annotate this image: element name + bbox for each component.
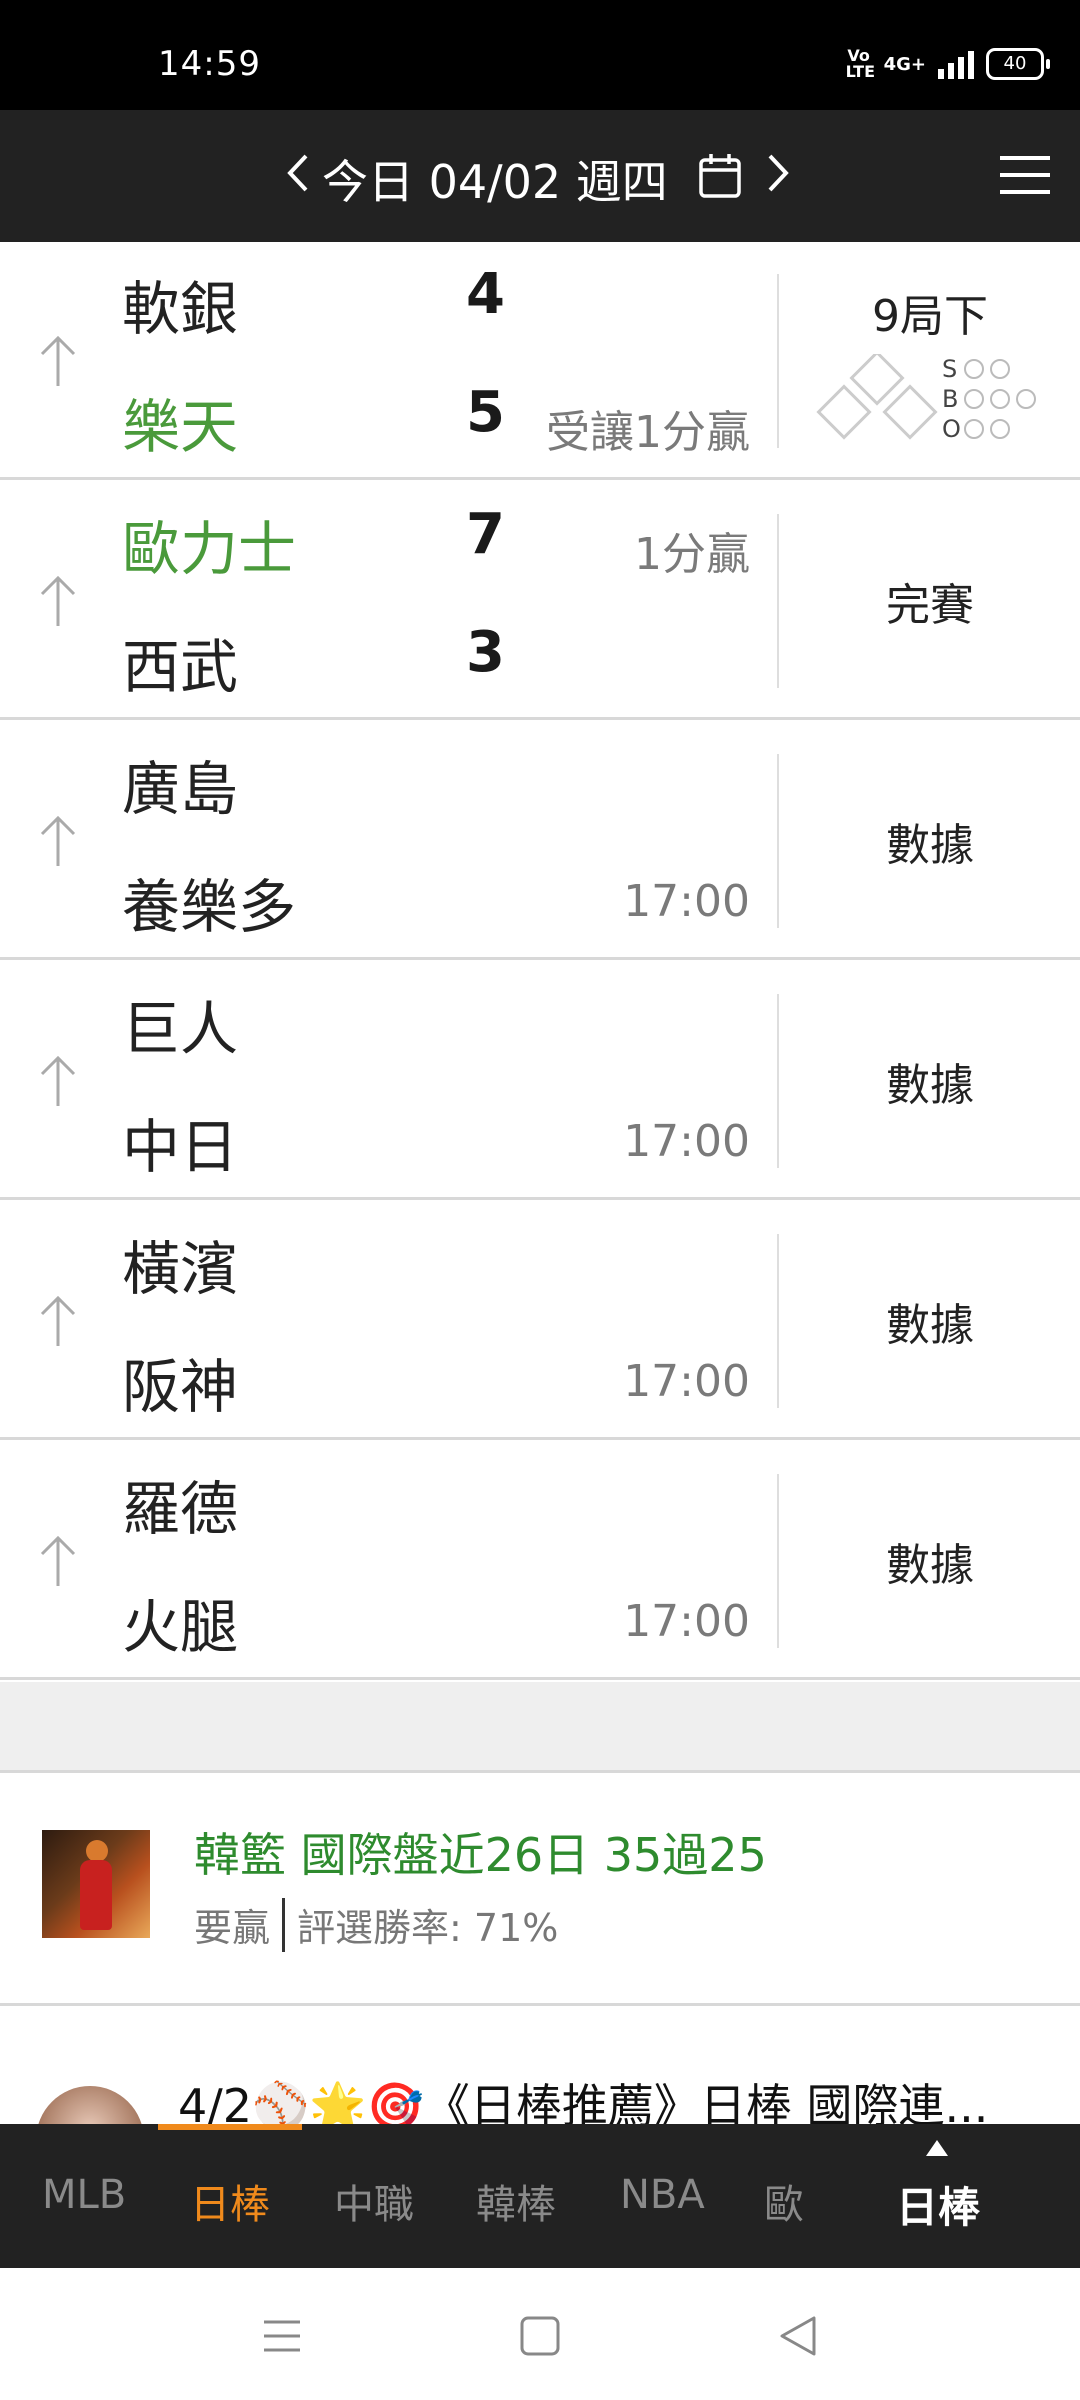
article-thumbnail [42,1830,150,1938]
status-time: 14:59 [158,44,261,84]
stats-button[interactable]: 數據 [780,722,1080,960]
result-note: 1分贏 [634,529,750,580]
divider [777,1234,779,1408]
divider [777,1474,779,1648]
game-row[interactable]: 羅德 火腿 17:00 數據 [0,1442,1080,1680]
calendar-icon[interactable] [698,152,742,200]
chevron-right-icon[interactable] [762,148,794,198]
arrow-up-icon[interactable] [36,330,80,390]
score-away: 7 [466,502,505,567]
back-icon[interactable] [774,2312,822,2360]
team-home: 西武 [122,633,239,701]
meta-separator [282,1897,286,1952]
game-row[interactable]: 廣島 養樂多 17:00 數據 [0,722,1080,960]
tab-kbo[interactable]: 韓棒 [476,2172,556,2230]
team-home: 火腿 [122,1593,239,1661]
active-tab-indicator [158,2124,302,2130]
game-time: 17:00 [623,1116,750,1167]
game-row[interactable]: 軟銀 樂天 4 5 受讓1分贏 9局下 S B O [0,242,1080,480]
divider [777,754,779,928]
tab-mlb[interactable]: MLB [42,2172,126,2218]
date-header: 今日 04/02 週四 [0,110,1080,242]
hamburger-menu-icon[interactable] [996,152,1054,198]
article-item[interactable]: 4/2⚾🌟🎯《日棒推薦》日棒 國際連... [0,2006,1080,2126]
arrow-up-icon[interactable] [36,810,80,870]
article-title[interactable]: 韓籃 國際盤近26日 35過25 [194,1819,767,1885]
team-home: 養樂多 [122,873,297,941]
volte-icon: Vo LTE [845,46,875,81]
team-away: 巨人 [122,995,239,1063]
author-avatar [36,2086,144,2126]
article-item[interactable]: 韓籃 國際盤近26日 35過25 要贏 評選勝率: 71% [0,1773,1080,2006]
sbo-count: S B O [942,354,1052,464]
divider [777,274,779,448]
arrow-up-icon[interactable] [36,1530,80,1590]
divider [777,514,779,688]
team-away: 軟銀 [122,275,239,343]
result-note: 受讓1分贏 [546,407,750,458]
stats-button[interactable]: 數據 [780,1202,1080,1440]
team-home: 阪神 [122,1353,239,1421]
status-icons: Vo LTE 4G+ 40 [845,46,1050,81]
out-label: O [942,415,961,443]
status-bar: 14:59 Vo LTE 4G+ 40 [0,0,1080,110]
game-row[interactable]: 巨人 中日 17:00 數據 [0,962,1080,1200]
stats-button[interactable]: 數據 [780,962,1080,1200]
tab-nba[interactable]: NBA [620,2172,705,2218]
home-icon[interactable] [516,2312,564,2360]
ball-label: B [942,385,959,413]
team-home: 中日 [122,1113,239,1181]
team-home: 樂天 [122,393,239,461]
game-time: 17:00 [623,1356,750,1407]
divider [777,994,779,1168]
league-tab-bar: MLB 日棒 中職 韓棒 NBA 歐 日棒 [0,2124,1080,2268]
game-status[interactable]: 完賽 [780,482,1080,720]
score-home: 3 [466,620,505,685]
battery-icon: 40 [986,48,1050,80]
team-away: 羅德 [122,1475,239,1543]
article-tag: 要贏 [194,1906,271,1950]
team-away: 廣島 [122,755,239,823]
team-away: 橫濱 [122,1235,239,1303]
strike-label: S [942,355,958,383]
caret-up-icon[interactable] [926,2140,948,2156]
score-home: 5 [466,380,505,445]
tab-npb[interactable]: 日棒 [190,2172,270,2230]
current-league-selector[interactable]: 日棒 [896,2174,980,2235]
bases-diamond-icon [812,350,942,464]
tab-europe[interactable]: 歐 [764,2172,804,2230]
article-meta: 要贏 評選勝率: 71% [194,1897,558,1952]
recent-apps-icon[interactable] [258,2312,306,2360]
chevron-left-icon[interactable] [282,148,314,198]
stats-button[interactable]: 數據 [780,1442,1080,1680]
article-title[interactable]: 4/2⚾🌟🎯《日棒推薦》日棒 國際連... [178,2070,988,2126]
section-gap [0,1682,1080,1773]
network-type: 4G+ [883,53,926,75]
article-stat: 評選勝率: 71% [297,1906,559,1950]
team-away: 歐力士 [122,515,297,583]
game-time: 17:00 [623,876,750,927]
signal-icon [938,49,974,79]
arrow-up-icon[interactable] [36,1050,80,1110]
tab-cpbl[interactable]: 中職 [334,2172,414,2230]
arrow-up-icon[interactable] [36,570,80,630]
system-nav-bar [0,2268,1080,2400]
arrow-up-icon[interactable] [36,1290,80,1350]
game-row[interactable]: 歐力士 西武 7 3 1分贏 完賽 [0,482,1080,720]
game-row[interactable]: 橫濱 阪神 17:00 數據 [0,1202,1080,1440]
game-time: 17:00 [623,1596,750,1647]
date-title[interactable]: 今日 04/02 週四 [322,146,668,212]
score-away: 4 [466,262,505,327]
